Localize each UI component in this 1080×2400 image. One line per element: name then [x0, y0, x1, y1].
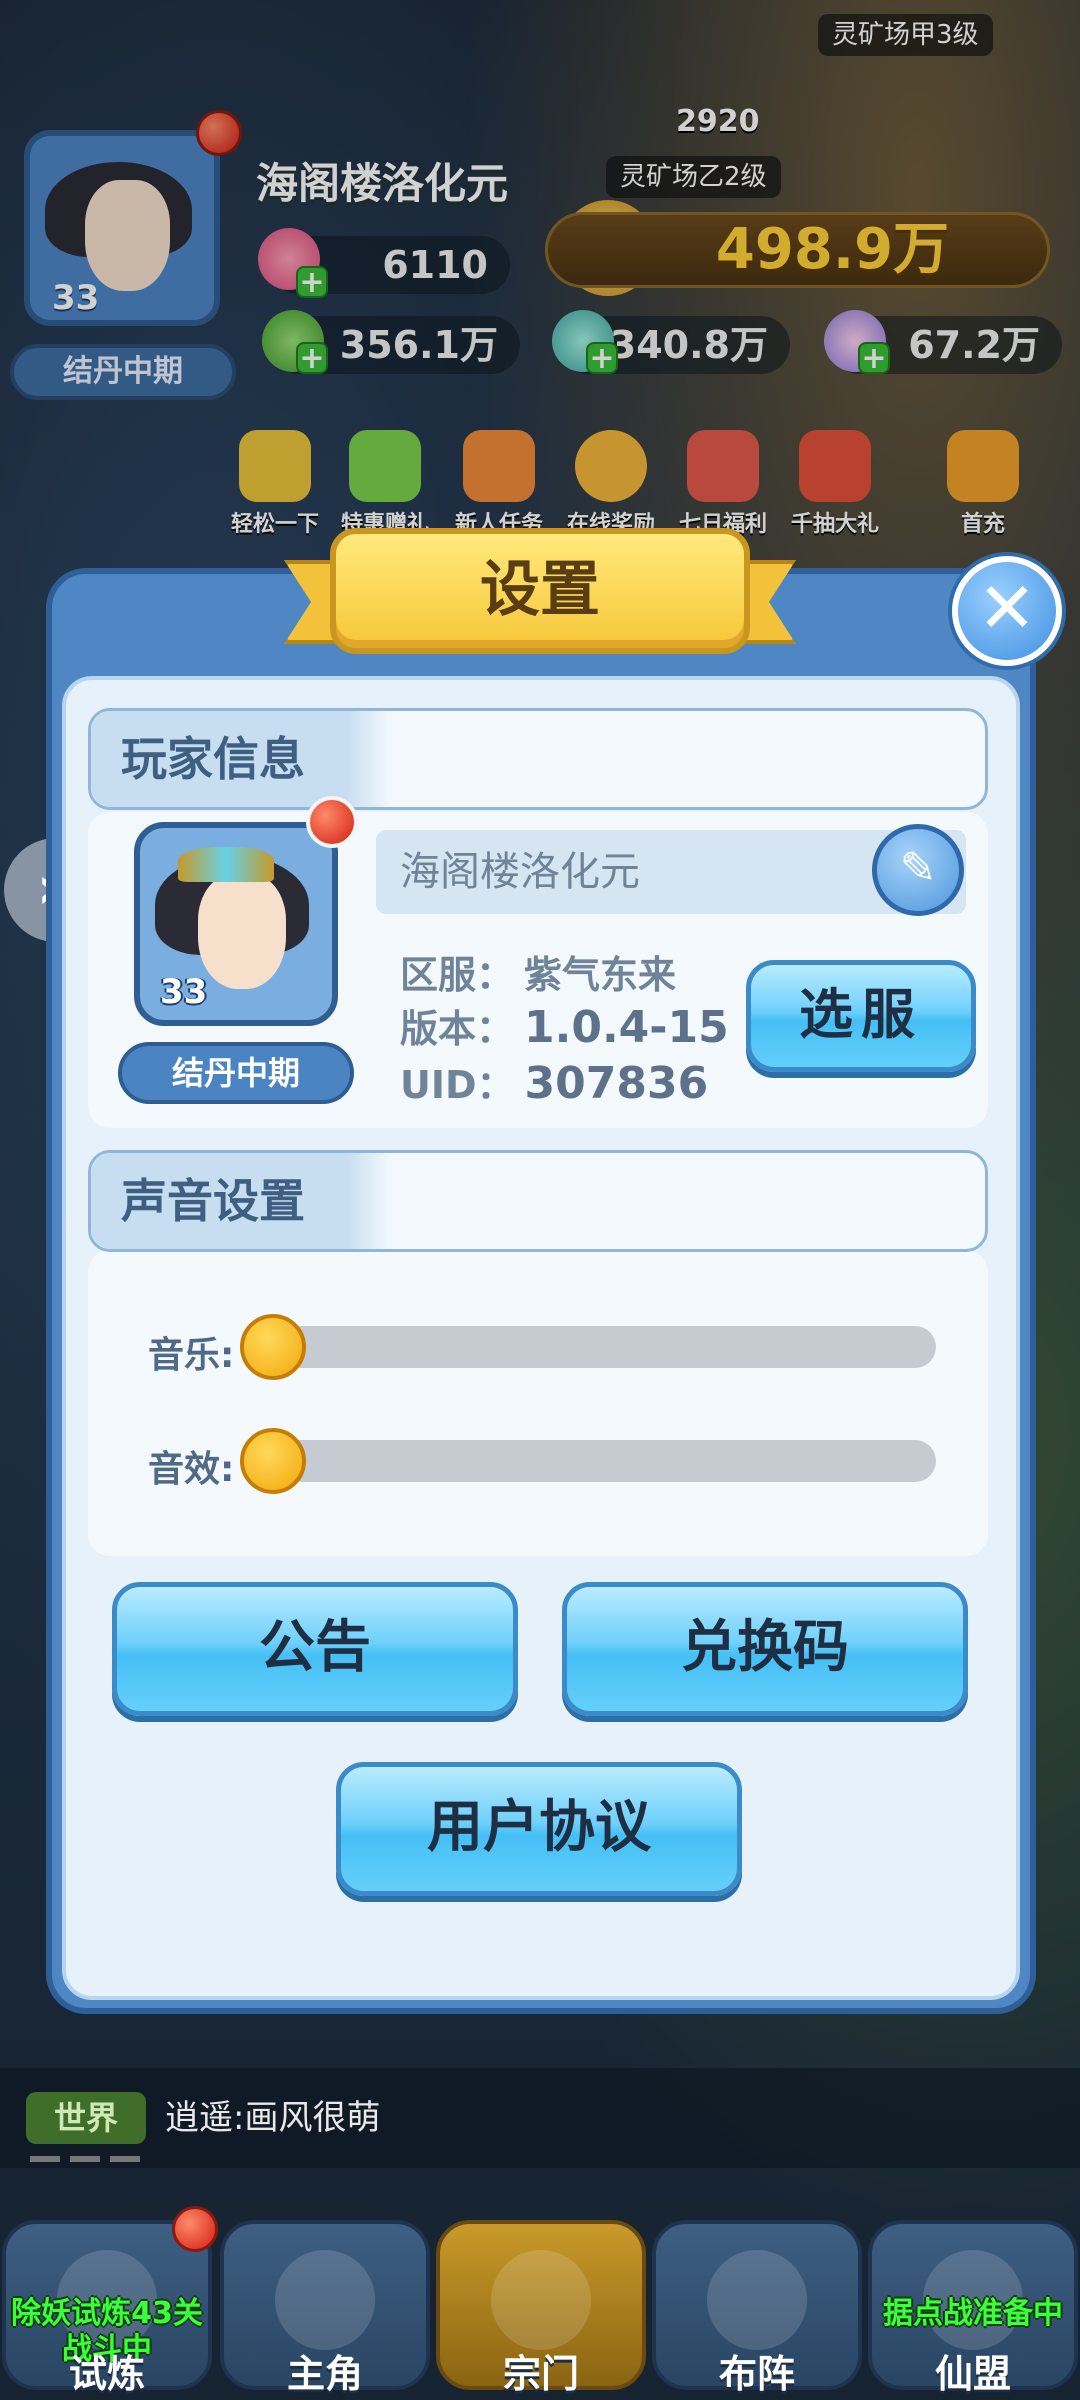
effect-slider-knob[interactable]: [240, 1428, 306, 1494]
server-row: 区服： 紫气东来: [400, 944, 676, 999]
hero-icon: [275, 2250, 375, 2350]
notice-button[interactable]: 公告: [112, 1582, 518, 1716]
effect-label: 音效:: [148, 1449, 235, 1490]
nav-formation-label: 布阵: [718, 2352, 795, 2396]
nav-alliance-caption: 据点战准备中: [883, 2296, 1063, 2331]
nav-alliance[interactable]: 据点战准备中 仙盟: [868, 2180, 1078, 2400]
settings-title: 设置: [330, 528, 750, 654]
nav-trial-notification-dot: [172, 2206, 218, 2252]
incense-burner-icon: [491, 2250, 591, 2350]
yin-yang-icon: [707, 2250, 807, 2350]
effect-slider-track[interactable]: [256, 1440, 936, 1482]
music-slider-knob[interactable]: [240, 1314, 306, 1380]
chat-page-indicator: [30, 2156, 140, 2162]
nav-hero[interactable]: 主角: [220, 2180, 430, 2400]
sound-settings-header: 声音设置: [88, 1150, 988, 1252]
version-value: 1.0.4-15: [524, 1002, 729, 1053]
avatar-notification-dot: [306, 796, 358, 848]
sound-settings-heading: 声音设置: [91, 1153, 391, 1249]
nav-alliance-label: 仙盟: [934, 2352, 1011, 2396]
redeem-code-button[interactable]: 兑换码: [562, 1582, 968, 1716]
realm-badge: 结丹中期: [118, 1042, 354, 1104]
close-button[interactable]: ✕: [952, 556, 1062, 666]
uid-value: 307836: [524, 1058, 709, 1109]
uid-row: UID： 307836: [400, 1054, 708, 1109]
uid-label: UID：: [400, 1063, 515, 1107]
nav-sect-label: 宗门: [502, 2352, 579, 2396]
nav-formation[interactable]: 布阵: [652, 2180, 862, 2400]
music-slider-track[interactable]: [256, 1326, 936, 1368]
user-agreement-button[interactable]: 用户协议: [336, 1762, 742, 1896]
nav-trial-label: 试炼: [68, 2352, 145, 2396]
edit-name-button[interactable]: ✎: [872, 824, 964, 916]
music-label: 音乐:: [148, 1335, 235, 1376]
player-info-header: 玩家信息: [88, 708, 988, 810]
player-info-heading: 玩家信息: [91, 711, 391, 807]
version-row: 版本： 1.0.4-15: [400, 998, 729, 1053]
close-icon: ✕: [977, 567, 1037, 649]
chat-channel-tag[interactable]: 世界: [26, 2092, 146, 2144]
brush-icon: ✎: [899, 843, 937, 894]
nav-sect[interactable]: 宗门: [436, 2180, 646, 2400]
sound-settings-body: [88, 1250, 988, 1556]
server-value: 紫气东来: [524, 953, 677, 997]
version-label: 版本：: [400, 1007, 515, 1051]
player-level: 33: [160, 972, 208, 1012]
nav-hero-label: 主角: [286, 2352, 363, 2396]
chat-bar[interactable]: [0, 2068, 1080, 2168]
server-label: 区服：: [400, 953, 515, 997]
chat-message: 逍遥:画风很萌: [165, 2098, 381, 2138]
select-server-button[interactable]: 选服: [746, 960, 976, 1072]
